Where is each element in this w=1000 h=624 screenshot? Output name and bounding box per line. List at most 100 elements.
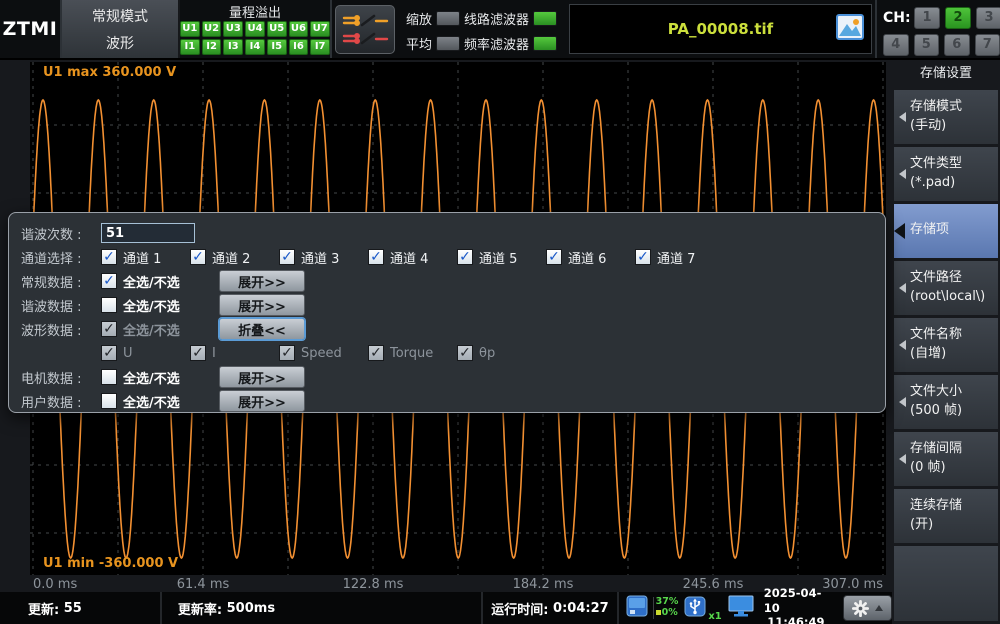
sidebar-item-storage-items[interactable]: 存储项 [894, 204, 998, 258]
motor-data-select-all-label: 全选/不选 [123, 368, 209, 387]
channel-4-checkbox[interactable] [368, 249, 384, 265]
normal-data-select-all-checkbox[interactable] [101, 273, 117, 289]
sidebar-item-continuous-storage[interactable]: 连续存储(开) [894, 489, 998, 543]
datetime-display: 2025-04-10 11:46:49 [764, 586, 828, 624]
waveform-data-select-all-label: 全选/不选 [123, 320, 209, 339]
arrow-left-icon [894, 223, 905, 239]
channel-6-checkbox[interactable] [546, 249, 562, 265]
line-filter-indicator[interactable] [533, 11, 557, 26]
channel-select-label: 通道选择 : [21, 248, 101, 267]
channel-button-7[interactable]: 7 [975, 34, 1000, 56]
mode-line2: 波形 [106, 33, 134, 53]
overflow-badge-i1: I1 [180, 39, 200, 55]
image-file-icon[interactable] [836, 14, 864, 44]
harmonic-count-input[interactable] [101, 223, 195, 243]
channel-5-checkbox[interactable] [457, 249, 473, 265]
motor-data-expand-button[interactable]: 展开>> [219, 366, 305, 388]
time-tick-0: 0.0 ms [33, 577, 77, 592]
channel-button-3[interactable]: 3 [976, 7, 1000, 29]
user-data-select-all-checkbox[interactable] [101, 393, 117, 409]
sidebar-item-storage-interval[interactable]: 存储间隔(0 帧) [894, 432, 998, 486]
overflow-badge-i4: I4 [245, 39, 265, 55]
overflow-badge-u3: U3 [223, 21, 243, 37]
status-bar: 更新: 55 更新率: 500ms 运行时间: 0:04:27 37% 0% [0, 592, 892, 624]
channel-option-label: 通道 1 [123, 248, 161, 267]
wiring-icon [340, 9, 390, 51]
top-bar: ZTMI 常规模式 波形 量程溢出 U1U2U3U4U5U6U7 I1I2I3I… [0, 0, 1000, 60]
wiring-settings-button[interactable] [335, 5, 395, 54]
normal-data-expand-button[interactable]: 展开>> [219, 270, 305, 292]
sidebar-item-file-size[interactable]: 文件大小(500 帧) [894, 375, 998, 429]
line-filter-label: 线路滤波器 [464, 9, 529, 28]
range-overflow-panel: 量程溢出 U1U2U3U4U5U6U7 I1I2I3I4I5I6I7 [180, 0, 332, 58]
voltage-overflow-badges: U1U2U3U4U5U6U7 [180, 21, 330, 37]
disk-icon[interactable] [626, 595, 648, 621]
channel-2-option: 通道 2 [190, 248, 279, 267]
channel-button-6[interactable]: 6 [944, 34, 970, 56]
channel-button-2[interactable]: 2 [945, 7, 971, 29]
time-tick-5: 307.0 ms [822, 577, 883, 592]
channel-1-checkbox[interactable] [101, 249, 117, 265]
waveform-item-i: I [190, 345, 279, 361]
overflow-badge-u4: U4 [245, 21, 265, 37]
mode-button[interactable]: 常规模式 波形 [62, 0, 180, 58]
freq-filter-indicator[interactable] [533, 36, 557, 51]
sidebar-item-file-name[interactable]: 文件名称(自增) [894, 318, 998, 372]
time-value: 11:46:49 [767, 615, 824, 624]
channel-option-label: 通道 5 [479, 248, 517, 267]
user-data-expand-button[interactable]: 展开>> [219, 390, 305, 412]
usb-icon[interactable] [683, 594, 707, 622]
channel-7-option: 通道 7 [635, 248, 724, 267]
sidebar-item-label: 存储模式 [910, 98, 962, 116]
harmonic-data-expand-button[interactable]: 展开>> [219, 294, 305, 316]
network-icon[interactable] [727, 594, 755, 622]
sidebar-item-label: 文件大小 [910, 383, 962, 401]
overflow-badge-u6: U6 [289, 21, 309, 37]
channel-option-label: 通道 2 [212, 248, 250, 267]
mode-line1: 常规模式 [92, 6, 148, 26]
channel-button-1[interactable]: 1 [914, 7, 940, 29]
channel-label: CH: [883, 10, 909, 26]
harmonic-data-select-all-checkbox[interactable] [101, 297, 117, 313]
channel-7-checkbox[interactable] [635, 249, 651, 265]
runtime-label: 运行时间: [491, 599, 548, 618]
sidebar-item-sub: (开) [910, 516, 962, 534]
sidebar-item-label: 连续存储 [910, 497, 962, 515]
sidebar-item-label: 文件类型 [910, 155, 962, 173]
settings-menu-button[interactable] [843, 595, 892, 621]
arrow-left-icon [899, 283, 906, 293]
arrow-left-icon [899, 397, 906, 407]
normal-data-select-all-label: 全选/不选 [123, 272, 209, 291]
motor-data-label: 电机数据 : [21, 368, 101, 387]
update-count-label: 更新: [28, 599, 59, 618]
sidebar-item-label: 文件路径 [910, 269, 985, 287]
channel-button-5[interactable]: 5 [914, 34, 940, 56]
update-rate-value: 500ms [227, 601, 275, 616]
normal-data-label: 常规数据 : [21, 272, 101, 291]
harmonic-data-select-all-label: 全选/不选 [123, 296, 209, 315]
channel-3-checkbox[interactable] [279, 249, 295, 265]
channel-2-checkbox[interactable] [190, 249, 206, 265]
waveform-data-expand-button[interactable]: 折叠<< [219, 318, 305, 340]
power-analyzer-screen: ZTMI 常规模式 波形 量程溢出 U1U2U3U4U5U6U7 I1I2I3I… [0, 0, 1000, 624]
average-indicator[interactable] [436, 36, 460, 51]
channel-3-option: 通道 3 [279, 248, 368, 267]
arrow-left-icon [899, 340, 906, 350]
channel-option-label: 通道 3 [301, 248, 339, 267]
waveform-data-row: 波形数据 :全选/不选折叠<< [21, 317, 885, 341]
channel-selector-panel: CH: 123 4567 [875, 0, 1000, 58]
filename-display[interactable]: PA_00008.tif [569, 4, 872, 54]
sidebar-item-file-path[interactable]: 文件路径(root\local\) [894, 261, 998, 315]
usage-percentages: 37% 0% [653, 597, 679, 619]
cpu-percent: 0% [662, 607, 678, 618]
motor-data-select-all-checkbox[interactable] [101, 369, 117, 385]
time-tick-2: 122.8 ms [343, 577, 404, 592]
time-tick-1: 61.4 ms [177, 577, 230, 592]
zoom-indicator[interactable] [436, 11, 460, 26]
u1-max-label: U1 max 360.000 V [43, 65, 176, 80]
sidebar-item-file-type[interactable]: 文件类型(*.pad) [894, 147, 998, 201]
sidebar-item-storage-mode[interactable]: 存储模式(手动) [894, 90, 998, 144]
waveform-item-torque: Torque [368, 345, 457, 361]
channel-button-4[interactable]: 4 [883, 34, 909, 56]
u1-min-label: U1 min -360.000 V [43, 556, 178, 571]
